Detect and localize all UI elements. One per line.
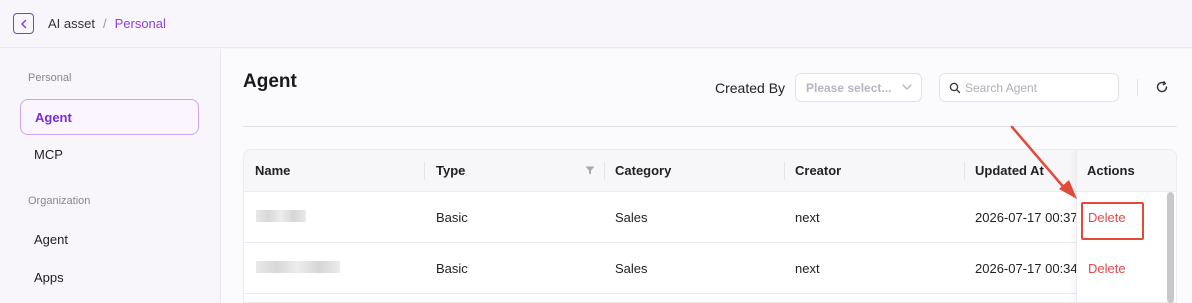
column-header-actions: Actions — [1087, 163, 1135, 178]
sidebar-item-mcp[interactable]: MCP — [20, 136, 199, 172]
page-title: Agent — [243, 71, 297, 92]
redacted-name — [256, 261, 340, 273]
sidebar-item-personal-agent[interactable]: Agent — [20, 99, 199, 135]
table-header: Name Type Category Creator Updated At — [244, 150, 1176, 192]
table-scrollbar[interactable] — [1167, 192, 1174, 303]
actions-header-cell: Actions — [1077, 150, 1176, 192]
annotation-highlight-box — [1081, 202, 1144, 240]
search-field[interactable] — [939, 73, 1119, 102]
header-divider — [243, 126, 1177, 127]
filter-icon[interactable] — [585, 166, 595, 175]
sidebar-item-label: Agent — [35, 109, 72, 125]
search-icon — [949, 82, 961, 93]
cell-creator: next — [795, 261, 820, 276]
breadcrumb: AI asset / Personal — [48, 16, 166, 31]
column-header-updated-at[interactable]: Updated At — [975, 163, 1044, 178]
delete-button[interactable]: Delete — [1088, 261, 1126, 276]
cell-type: Basic — [436, 261, 468, 276]
column-separator — [784, 162, 785, 180]
sidebar: Personal Agent MCP Organization Agent Ap… — [0, 49, 221, 303]
cell-updated-at: 2026-07-17 00:34: — [975, 261, 1082, 276]
column-header-type[interactable]: Type — [436, 163, 465, 178]
chevron-left-icon — [20, 19, 26, 28]
column-separator — [604, 162, 605, 180]
column-header-category[interactable]: Category — [615, 163, 671, 178]
cell-type: Basic — [436, 210, 468, 225]
created-by-label: Created By — [715, 80, 786, 96]
sidebar-item-apps[interactable]: Apps — [20, 259, 199, 295]
sidebar-section-organization: Organization — [28, 195, 91, 207]
cell-category: Sales — [615, 210, 648, 225]
main-content: Agent Created By Please select... Name T… — [221, 49, 1192, 303]
sidebar-item-organization-agent[interactable]: Agent — [20, 221, 199, 257]
back-button[interactable] — [13, 13, 34, 34]
redacted-name — [256, 210, 306, 222]
agent-table: Name Type Category Creator Updated At Ba… — [243, 149, 1177, 303]
table-row[interactable]: Basic Sales next 2026-07-17 00:37: — [244, 192, 1176, 243]
sidebar-section-personal: Personal — [28, 72, 72, 84]
sidebar-item-label: Apps — [34, 269, 64, 285]
created-by-select[interactable]: Please select... — [795, 73, 922, 102]
created-by-placeholder: Please select... — [806, 80, 892, 95]
top-bar: AI asset / Personal — [0, 0, 1192, 48]
column-header-creator[interactable]: Creator — [795, 163, 841, 178]
column-header-name[interactable]: Name — [255, 163, 290, 178]
toolbar-divider — [1137, 79, 1138, 96]
column-separator — [424, 162, 425, 180]
search-input[interactable] — [965, 80, 1115, 95]
cell-creator: next — [795, 210, 820, 225]
breadcrumb-home[interactable]: AI asset — [48, 16, 95, 31]
table-row[interactable]: Basic Sales next 2026-07-17 00:34: — [244, 243, 1176, 294]
cell-category: Sales — [615, 261, 648, 276]
cell-updated-at: 2026-07-17 00:37: — [975, 210, 1082, 225]
refresh-icon[interactable] — [1155, 80, 1169, 94]
sidebar-item-label: MCP — [34, 146, 63, 162]
chevron-down-icon — [902, 84, 912, 90]
sidebar-item-label: Agent — [34, 231, 68, 247]
column-separator — [964, 162, 965, 180]
breadcrumb-current: Personal — [114, 16, 166, 31]
actions-column: Actions Delete Delete — [1076, 150, 1176, 302]
breadcrumb-separator: / — [102, 16, 107, 31]
